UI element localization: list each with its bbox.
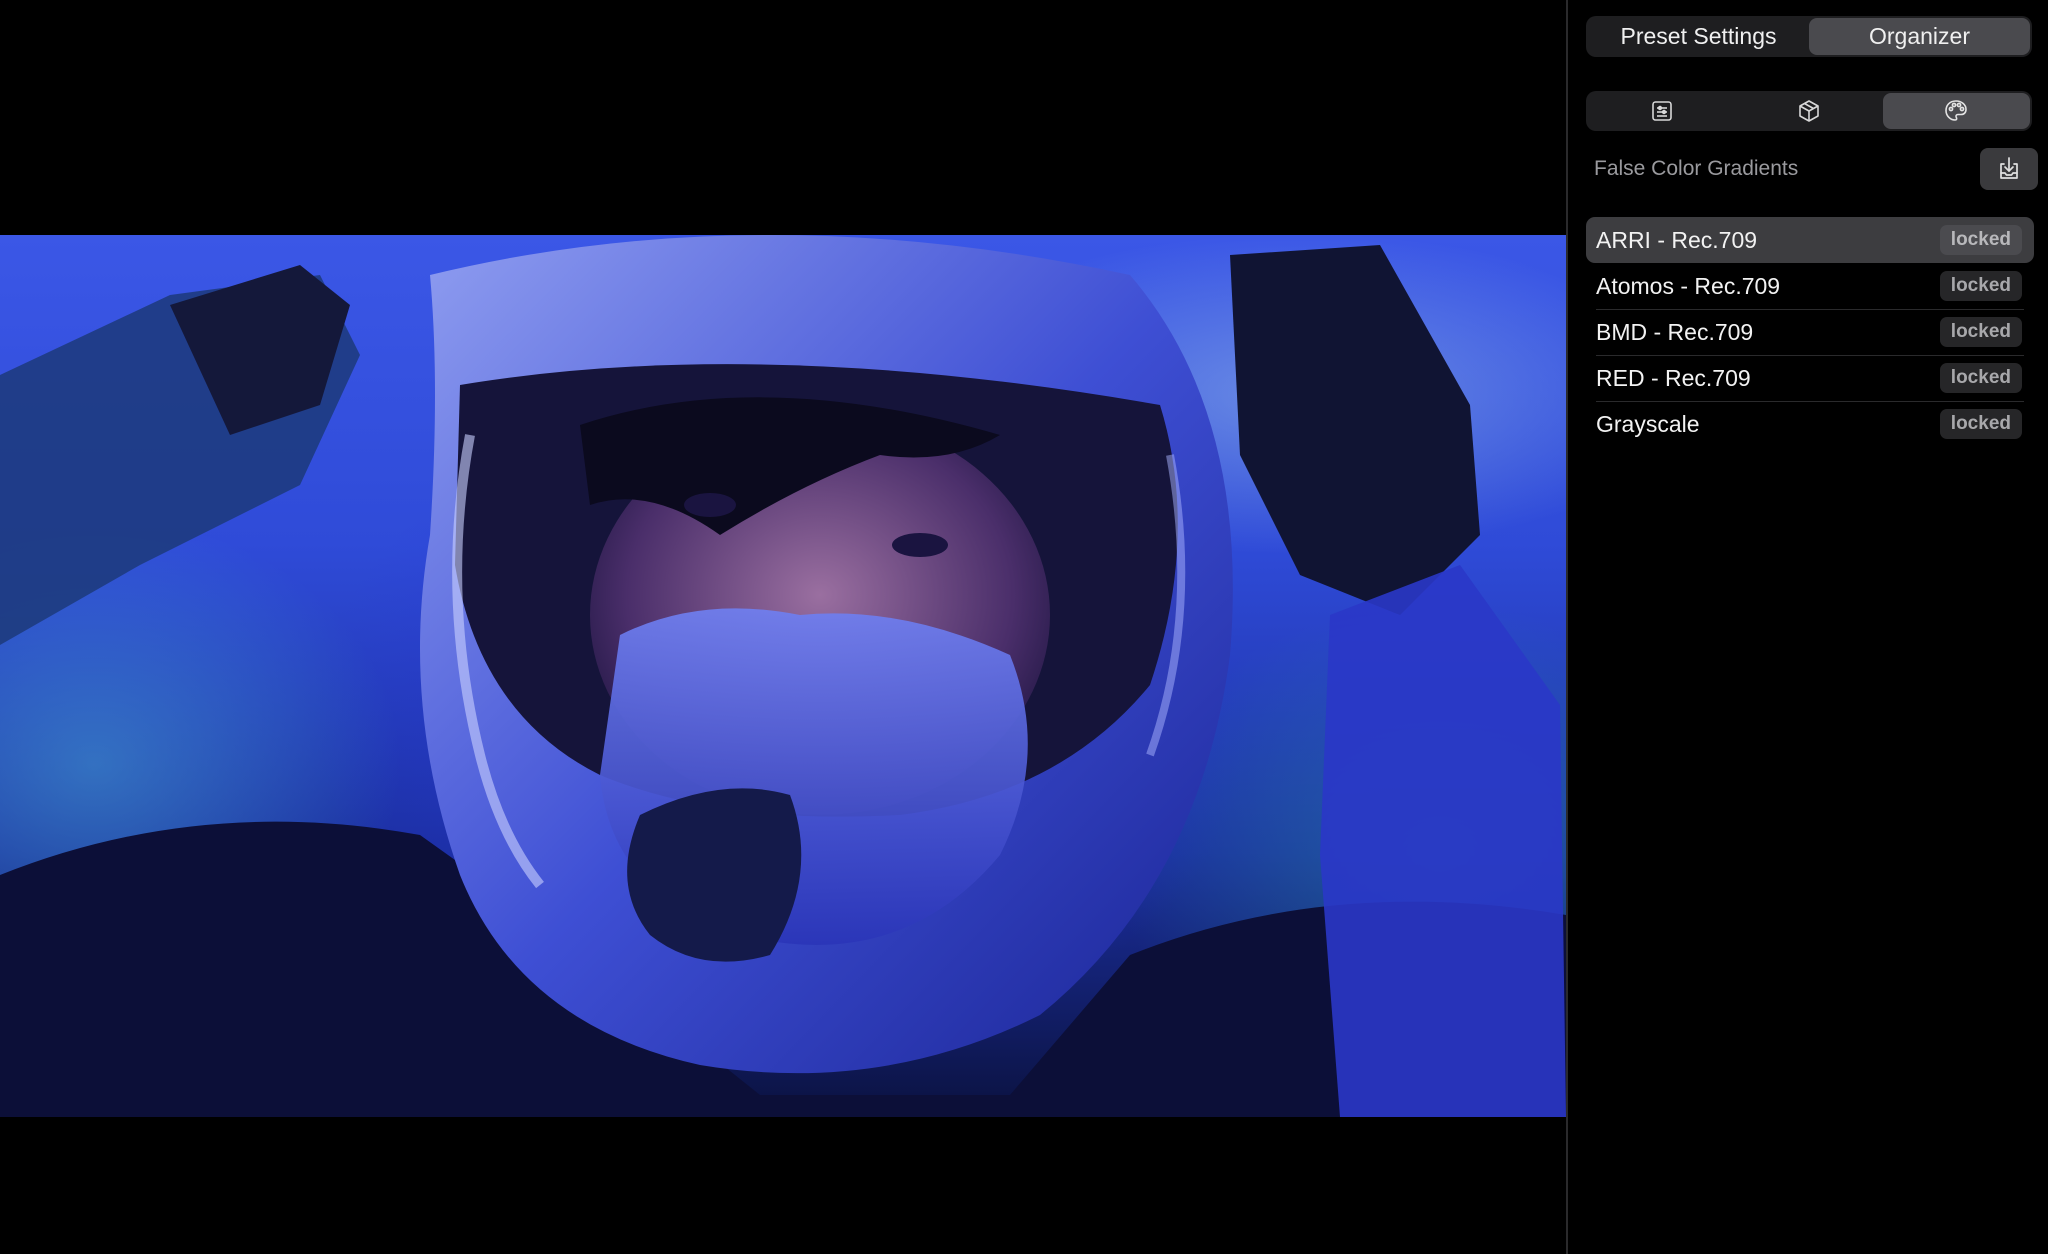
- gradient-name: BMD - Rec.709: [1596, 318, 1754, 345]
- gradient-name: Grayscale: [1596, 410, 1700, 437]
- locked-badge: locked: [1939, 271, 2022, 301]
- palette-icon: [1945, 100, 1968, 121]
- section-header: False Color Gradients: [1594, 146, 2038, 192]
- tab-preset-settings[interactable]: Preset Settings: [1588, 18, 1809, 55]
- list-item[interactable]: BMD - Rec.709 locked: [1586, 309, 2034, 355]
- tab-false-color[interactable]: [1882, 93, 2030, 129]
- locked-badge: locked: [1939, 225, 2022, 255]
- gradient-name: Atomos - Rec.709: [1596, 272, 1781, 299]
- import-tray-icon: [2000, 157, 2018, 179]
- locked-badge: locked: [1939, 317, 2022, 347]
- image-viewer: [0, 0, 1566, 1254]
- tab-presets[interactable]: [1588, 93, 1735, 129]
- frame-illustration: [0, 235, 1566, 1117]
- app-window: Preset Settings Organizer False Color Gr…: [0, 0, 2048, 1254]
- sliders-list-icon: [1651, 101, 1672, 121]
- locked-badge: locked: [1939, 409, 2022, 439]
- list-item[interactable]: Atomos - Rec.709 locked: [1586, 263, 2034, 309]
- gradient-name: ARRI - Rec.709: [1596, 226, 1758, 253]
- import-gradient-button[interactable]: [1980, 148, 2038, 190]
- locked-badge: locked: [1939, 363, 2022, 393]
- list-item[interactable]: RED - Rec.709 locked: [1586, 355, 2034, 401]
- gradient-list: ARRI - Rec.709 locked Atomos - Rec.709 l…: [1586, 217, 2034, 447]
- tab-organizer[interactable]: Organizer: [1809, 18, 2030, 55]
- cube-icon: [1799, 100, 1819, 122]
- tab-luts[interactable]: [1735, 93, 1882, 129]
- mode-segmented-control: Preset Settings Organizer: [1586, 16, 2032, 57]
- list-item[interactable]: Grayscale locked: [1586, 401, 2034, 447]
- list-item[interactable]: ARRI - Rec.709 locked: [1586, 217, 2034, 263]
- category-segmented-control: [1586, 91, 2032, 131]
- gradient-name: RED - Rec.709: [1596, 364, 1751, 391]
- video-frame[interactable]: [0, 235, 1566, 1117]
- inspector-sidebar: Preset Settings Organizer False Color Gr…: [1566, 0, 2048, 1254]
- section-title: False Color Gradients: [1594, 157, 1799, 180]
